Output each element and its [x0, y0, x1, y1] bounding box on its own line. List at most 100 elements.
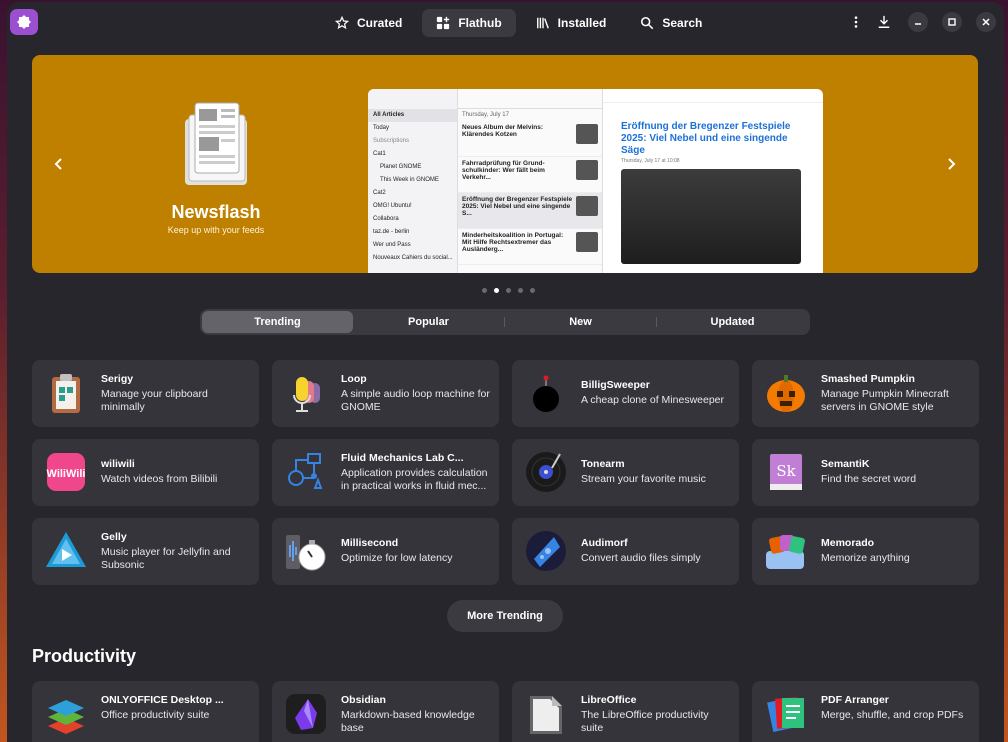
- toggle-trending[interactable]: Trending: [202, 311, 353, 333]
- app-card[interactable]: Obsidian Markdown-based knowledge base: [272, 681, 499, 742]
- app-description: Manage your clipboard minimally: [101, 388, 208, 413]
- carousel-dot[interactable]: [506, 288, 511, 293]
- app-card[interactable]: Loop A simple audio loop machine for GNO…: [272, 360, 499, 427]
- carousel-dot[interactable]: [482, 288, 487, 293]
- app-card[interactable]: Fluid Mechanics Lab C... Application pro…: [272, 439, 499, 506]
- carousel-dot[interactable]: [530, 288, 535, 293]
- tab-curated-label: Curated: [357, 16, 403, 30]
- wiliwili-icon: WiliWili: [47, 453, 86, 491]
- app-description: Markdown-based knowledge base: [341, 709, 475, 734]
- screenshot-sidebar-item: All Articles: [368, 109, 457, 122]
- app-description: Manage Pumpkin Minecraft servers in GNOM…: [821, 388, 949, 413]
- screenshot-list-toolbar: [458, 89, 602, 109]
- app-name: Tonearm: [581, 458, 625, 470]
- app-card[interactable]: Serigy Manage your clipboard minimally: [32, 360, 259, 427]
- productivity-grid: ONLYOFFICE Desktop ... Office productivi…: [32, 681, 979, 742]
- vinyl-icon: [526, 452, 566, 492]
- app-description: Memorize anything: [821, 552, 910, 564]
- featured-app-name: Newsflash: [171, 202, 261, 222]
- article-thumbnail: [576, 196, 598, 216]
- app-description: The LibreOffice productivity suite: [581, 709, 709, 734]
- screenshot-article: Neues Album der Melvins: Klärendes Kotze…: [458, 121, 602, 157]
- app-card[interactable]: WiliWili wiliwili Watch videos from Bili…: [32, 439, 259, 506]
- app-card[interactable]: LibreOffice The LibreOffice productivity…: [512, 681, 739, 742]
- app-card[interactable]: BilligSweeper A cheap clone of Minesweep…: [512, 360, 739, 427]
- app-description: Office productivity suite: [101, 709, 210, 721]
- screenshot-article-title: Minderheitskoalition in Portugal: Mit Hi…: [462, 232, 564, 253]
- pdf-arranger-icon: [767, 697, 804, 732]
- app-card[interactable]: PDF Arranger Merge, shuffle, and crop PD…: [752, 681, 979, 742]
- app-name: SemantiK: [821, 458, 870, 470]
- flowchart-icon: [288, 453, 323, 489]
- app-card[interactable]: Millisecond Optimize for low latency: [272, 518, 499, 585]
- audio-morph-icon: [526, 531, 566, 571]
- app-name: Memorado: [821, 537, 875, 549]
- toggle-popular[interactable]: Popular: [353, 311, 504, 333]
- app-name: Audimorf: [581, 537, 628, 549]
- carousel-prev-arrow[interactable]: [50, 155, 68, 173]
- tab-installed-label: Installed: [557, 16, 607, 30]
- maximize-icon: [948, 18, 956, 26]
- app-name: Smashed Pumpkin: [821, 373, 915, 385]
- clipboard-icon: [52, 374, 80, 413]
- carousel-next-arrow[interactable]: [942, 155, 960, 173]
- onlyoffice-icon: [48, 700, 84, 734]
- maximize-button[interactable]: [942, 12, 962, 32]
- libreoffice-icon: [530, 696, 562, 734]
- app-name: Serigy: [101, 373, 134, 385]
- screenshot-sidebar-item: This Week in GNOME: [380, 177, 439, 183]
- screenshot-sidebar-item: Wer und Pass: [373, 242, 411, 248]
- toggle-new[interactable]: New: [505, 311, 656, 333]
- app-description: Watch videos from Bilibili: [101, 473, 218, 485]
- screenshot-sidebar-item: Planet GNOME: [380, 164, 422, 170]
- more-trending-button[interactable]: More Trending: [447, 600, 563, 632]
- app-card[interactable]: Audimorf Convert audio files simply: [512, 518, 739, 585]
- minimize-button[interactable]: [908, 12, 928, 32]
- tab-curated[interactable]: Curated: [321, 9, 416, 37]
- app-menu-icon[interactable]: [10, 9, 38, 35]
- screenshot-article-heading: Eröffnung der Bregenzer Festspiele 2025:…: [621, 121, 791, 156]
- chevron-right-icon: [948, 158, 956, 170]
- screenshot-article-title: Eröffnung der Bregenzer Festspiele 2025:…: [462, 196, 573, 217]
- app-name: LibreOffice: [581, 694, 637, 706]
- app-description: Music player for Jellyfin and Subsonic: [101, 546, 231, 571]
- app-description: A cheap clone of Minesweeper: [581, 394, 725, 406]
- screenshot-article-list: Thursday, July 17 Neues Album der Melvin…: [458, 89, 603, 273]
- carousel-indicator: [482, 288, 535, 293]
- pumpkin-icon: [767, 375, 805, 412]
- svg-text:WiliWili: WiliWili: [47, 468, 86, 480]
- app-window: Curated Flathub Installed Search Newsfla…: [7, 2, 1004, 742]
- tab-search[interactable]: Search: [626, 9, 716, 37]
- carousel-dot[interactable]: [518, 288, 523, 293]
- download-icon[interactable]: [874, 9, 894, 35]
- tab-installed[interactable]: Installed: [522, 9, 621, 37]
- app-card[interactable]: ONLYOFFICE Desktop ... Office productivi…: [32, 681, 259, 742]
- app-card[interactable]: Gelly Music player for Jellyfin and Subs…: [32, 518, 259, 585]
- screenshot-sidebar: All Articles Today Subscriptions Cat1 Pl…: [368, 89, 458, 273]
- app-name: ONLYOFFICE Desktop ...: [101, 694, 224, 706]
- app-card[interactable]: Smashed Pumpkin Manage Pumpkin Minecraft…: [752, 360, 979, 427]
- toggle-updated[interactable]: Updated: [657, 311, 808, 333]
- featured-screenshot: All Articles Today Subscriptions Cat1 Pl…: [368, 89, 823, 273]
- app-name: wiliwili: [101, 458, 135, 470]
- app-description: Merge, shuffle, and crop PDFs: [821, 709, 964, 721]
- tab-search-label: Search: [662, 16, 703, 30]
- app-description: Optimize for low latency: [341, 552, 453, 564]
- app-card[interactable]: Sk SemantiK Find the secret word: [752, 439, 979, 506]
- carousel-dot[interactable]: [494, 288, 499, 293]
- app-card[interactable]: Memorado Memorize anything: [752, 518, 979, 585]
- obsidian-icon: [286, 694, 326, 734]
- app-card[interactable]: Tonearm Stream your favorite music: [512, 439, 739, 506]
- tab-flathub[interactable]: Flathub: [422, 9, 516, 37]
- app-name: PDF Arranger: [821, 694, 889, 706]
- close-button[interactable]: [976, 12, 996, 32]
- play-triangle-icon: [46, 532, 86, 567]
- menu-kebab-icon[interactable]: [846, 9, 866, 35]
- screenshot-article-date: Thursday, July 17 at 10:08: [621, 158, 680, 164]
- screenshot-article-toolbar: [603, 89, 823, 103]
- screenshot-sidebar-item: Cat2: [373, 190, 386, 196]
- featured-carousel[interactable]: Newsflash Keep up with your feeds All Ar…: [32, 55, 978, 273]
- app-name: Millisecond: [341, 537, 399, 549]
- sk-book-icon: Sk: [770, 454, 802, 490]
- screenshot-article: Eröffnung der Bregenzer Festspiele 2025:…: [458, 193, 602, 229]
